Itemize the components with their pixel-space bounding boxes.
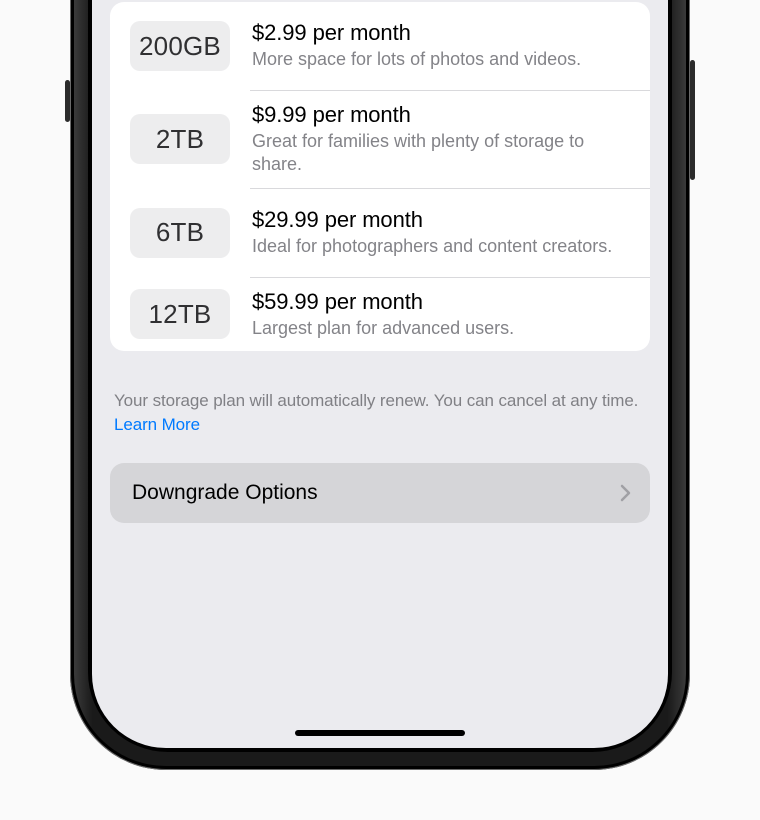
plan-desc: More space for lots of photos and videos… (252, 48, 634, 71)
plan-row-2tb[interactable]: 2TB $9.99 per month Great for families w… (110, 91, 650, 188)
plan-desc: Ideal for photographers and content crea… (252, 235, 634, 258)
learn-more-link[interactable]: Learn More (114, 415, 200, 434)
renewal-note: Your storage plan will automatically ren… (110, 389, 650, 437)
plan-size-badge: 12TB (130, 289, 230, 339)
downgrade-options-button[interactable]: Downgrade Options (110, 463, 650, 523)
canvas: 200GB $2.99 per month More space for lot… (0, 0, 760, 820)
plan-price: $59.99 per month (252, 289, 634, 315)
plan-price: $2.99 per month (252, 20, 634, 46)
plan-text: $59.99 per month Largest plan for advanc… (252, 289, 634, 340)
downgrade-label: Downgrade Options (132, 481, 318, 505)
home-indicator[interactable] (295, 730, 465, 736)
plan-desc: Great for families with plenty of storag… (252, 130, 634, 177)
plan-text: $2.99 per month More space for lots of p… (252, 20, 634, 71)
chevron-right-icon (620, 484, 632, 502)
plan-row-12tb[interactable]: 12TB $59.99 per month Largest plan for a… (110, 278, 650, 351)
renewal-note-text: Your storage plan will automatically ren… (114, 391, 638, 410)
phone-side-button-right (690, 60, 695, 180)
plan-price: $29.99 per month (252, 207, 634, 233)
phone-screen: 200GB $2.99 per month More space for lot… (92, 0, 668, 748)
plan-price: $9.99 per month (252, 102, 634, 128)
plan-row-6tb[interactable]: 6TB $29.99 per month Ideal for photograp… (110, 189, 650, 277)
plan-text: $29.99 per month Ideal for photographers… (252, 207, 634, 258)
screen-content: 200GB $2.99 per month More space for lot… (92, 2, 668, 748)
phone-frame: 200GB $2.99 per month More space for lot… (70, 0, 690, 770)
plan-size-badge: 6TB (130, 208, 230, 258)
plan-text: $9.99 per month Great for families with … (252, 102, 634, 177)
storage-plans-card: 200GB $2.99 per month More space for lot… (110, 2, 650, 351)
plan-desc: Largest plan for advanced users. (252, 317, 634, 340)
plan-row-200gb[interactable]: 200GB $2.99 per month More space for lot… (110, 2, 650, 90)
plan-size-badge: 2TB (130, 114, 230, 164)
plan-size-badge: 200GB (130, 21, 230, 71)
